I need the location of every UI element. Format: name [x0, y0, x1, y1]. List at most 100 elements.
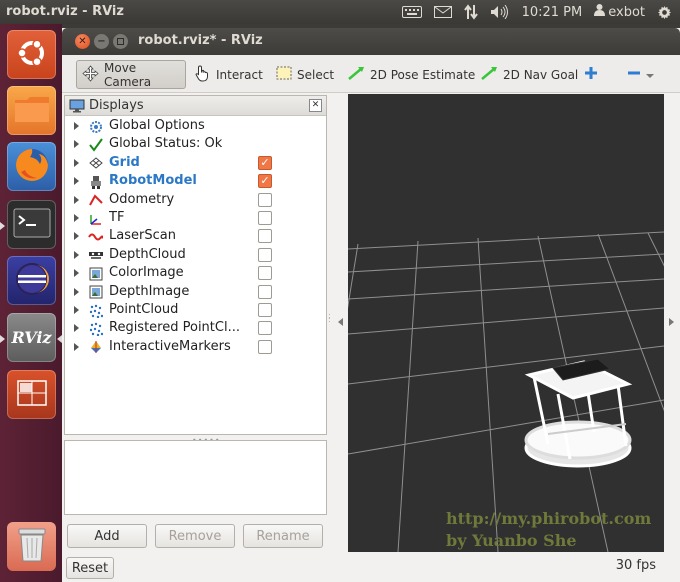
trash-icon — [17, 527, 47, 567]
volume-icon[interactable] — [490, 5, 510, 19]
expand-arrow-icon[interactable] — [74, 342, 79, 351]
unity-launcher: RViz — [0, 24, 62, 582]
launcher-terminal-button[interactable] — [7, 200, 56, 249]
window-maximize-button[interactable] — [113, 34, 128, 49]
grid-line — [477, 237, 499, 552]
expand-arrow-icon[interactable] — [74, 250, 79, 259]
launcher-workspace-switcher-button[interactable] — [7, 370, 56, 419]
display-row[interactable]: PointCloud — [65, 301, 326, 319]
display-enable-checkbox[interactable] — [258, 247, 272, 262]
display-enable-checkbox[interactable] — [258, 303, 272, 317]
expand-arrow-icon[interactable] — [74, 287, 79, 296]
user-menu[interactable]: exbot — [594, 4, 645, 20]
pointcloud-icon — [88, 303, 103, 318]
terminal-icon — [13, 208, 51, 242]
display-row[interactable]: DepthCloud — [65, 246, 326, 264]
clock[interactable]: 10:21 PM — [522, 5, 583, 20]
settings-gear-icon[interactable] — [657, 5, 672, 20]
firefox-icon — [13, 146, 51, 188]
interact-tool[interactable]: Interact — [190, 60, 268, 89]
network-icon[interactable] — [463, 4, 478, 20]
launcher-files-button[interactable] — [7, 86, 56, 135]
keyboard-icon[interactable] — [401, 6, 422, 18]
expand-arrow-icon[interactable] — [74, 214, 79, 222]
indicator-tray: 10:21 PM exbot — [401, 0, 680, 24]
expand-arrow-icon[interactable] — [74, 122, 79, 130]
expand-arrow-icon[interactable] — [74, 232, 79, 241]
display-row[interactable]: Registered PointCl... — [65, 319, 326, 337]
remove-display-button[interactable]: Remove — [155, 524, 235, 548]
add-tool-button[interactable] — [579, 60, 608, 89]
display-row[interactable]: DepthImage — [65, 283, 326, 301]
add-display-button[interactable]: Add — [67, 524, 147, 548]
select-label: Select — [297, 67, 335, 82]
display-label: DepthCloud — [109, 246, 186, 262]
display-enable-checkbox[interactable]: ✓ — [258, 174, 272, 189]
watermark-line2: by Yuanbo She — [446, 531, 577, 550]
grid-line — [348, 307, 664, 335]
display-enable-checkbox[interactable] — [258, 321, 272, 336]
expand-arrow-icon[interactable] — [74, 140, 79, 149]
display-label: TF — [109, 210, 125, 225]
rename-display-button[interactable]: Rename — [243, 524, 323, 548]
launcher-rviz-button[interactable]: RViz — [7, 313, 56, 362]
display-enable-checkbox[interactable] — [258, 284, 272, 299]
close-icon: ✕ — [311, 100, 320, 110]
display-row[interactable]: Odometry — [65, 191, 326, 209]
expand-arrow-icon[interactable] — [74, 324, 79, 333]
display-row[interactable]: Grid ✓ — [65, 154, 326, 172]
display-enable-checkbox[interactable] — [258, 229, 272, 244]
display-enable-checkbox[interactable] — [258, 266, 272, 281]
launcher-firefox-button[interactable] — [7, 142, 56, 191]
display-enable-checkbox[interactable] — [258, 192, 272, 207]
mail-icon[interactable] — [433, 6, 452, 18]
grid-line — [397, 240, 419, 552]
expand-arrow-icon[interactable] — [74, 195, 79, 204]
display-label: RobotModel — [109, 173, 197, 189]
grid-line — [348, 278, 664, 300]
display-enable-checkbox[interactable]: ✓ — [258, 155, 272, 170]
move-camera-tool[interactable]: Move Camera — [76, 60, 186, 89]
remove-tool-button[interactable] — [622, 60, 664, 89]
collapse-right-dock-arrow[interactable] — [669, 318, 674, 326]
launcher-dash-button[interactable] — [7, 30, 56, 79]
expand-arrow-icon[interactable] — [74, 306, 79, 314]
pose-estimate-tool[interactable]: 2D Pose Estimate — [342, 60, 480, 89]
display-row[interactable]: InteractiveMarkers — [65, 338, 326, 356]
display-row[interactable]: ColorImage — [65, 264, 326, 282]
displays-title: Displays — [89, 98, 144, 113]
reset-button[interactable]: Reset — [66, 557, 114, 579]
grid-line — [348, 253, 664, 273]
display-enable-checkbox[interactable] — [258, 339, 272, 354]
collapse-left-dock-arrow[interactable] — [338, 318, 343, 326]
3d-render-viewport[interactable]: http://my.phirobot.com by Yuanbo She — [348, 94, 664, 552]
launcher-trash-button[interactable] — [7, 522, 56, 571]
select-tool[interactable]: Select — [271, 60, 339, 89]
expand-arrow-icon[interactable] — [74, 158, 79, 167]
move-camera-icon — [82, 64, 104, 85]
display-row[interactable]: LaserScan — [65, 227, 326, 245]
display-row[interactable]: Global Status: Ok — [65, 135, 326, 153]
display-label: Global Options — [109, 118, 205, 133]
displays-panel: Displays ✕ Global Options Global Status: … — [64, 95, 327, 435]
expand-arrow-icon[interactable] — [74, 269, 79, 278]
window-close-button[interactable]: ✕ — [75, 34, 90, 49]
window-titlebar[interactable]: ✕ − robot.rviz* - RViz — [62, 28, 680, 55]
robot-icon — [88, 174, 103, 189]
window-minimize-button[interactable]: − — [94, 34, 109, 49]
expand-arrow-icon[interactable] — [74, 177, 79, 186]
tf-axes-icon — [88, 211, 103, 226]
display-row[interactable]: TF — [65, 209, 326, 227]
display-row[interactable]: Global Options — [65, 117, 326, 135]
splitter-dots[interactable]: :: — [328, 312, 331, 324]
nav-goal-tool[interactable]: 2D Nav Goal — [475, 60, 583, 89]
plus-icon — [584, 66, 603, 83]
display-enable-checkbox[interactable] — [258, 211, 272, 225]
launcher-eclipse-button[interactable] — [7, 256, 56, 305]
select-rectangle-icon — [276, 66, 297, 83]
panel-close-button[interactable]: ✕ — [309, 99, 322, 112]
display-label: InteractiveMarkers — [109, 338, 231, 354]
status-bar: Reset 30 fps — [62, 554, 680, 582]
system-top-panel: robot.rviz - RViz 10:21 PM exbot — [0, 0, 680, 24]
display-row[interactable]: RobotModel ✓ — [65, 172, 326, 190]
